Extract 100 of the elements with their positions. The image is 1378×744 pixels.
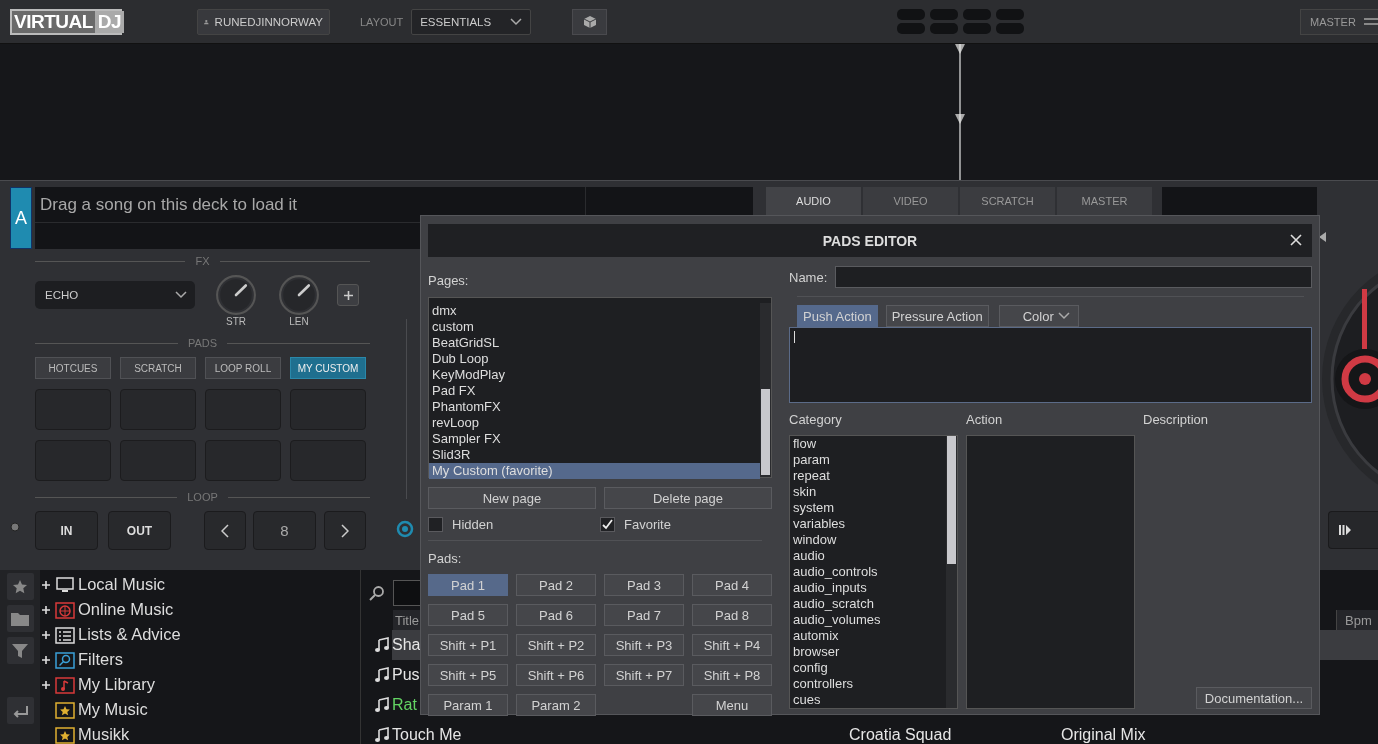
page-item[interactable]: PhantomFX: [429, 399, 760, 415]
pad-mode-button[interactable]: MY CUSTOM: [290, 357, 366, 379]
checkbox[interactable]: [600, 517, 615, 532]
play-pause-button[interactable]: [1328, 511, 1378, 549]
column-header[interactable]: Title: [393, 610, 423, 630]
folder-item[interactable]: Filters: [78, 650, 123, 669]
checkbox[interactable]: [428, 517, 443, 532]
pad-button[interactable]: Pad 8: [692, 604, 772, 626]
close-icon[interactable]: [1290, 234, 1302, 246]
pad-button[interactable]: Pad 6: [516, 604, 596, 626]
page-item[interactable]: Dub Loop: [429, 351, 760, 367]
filter-button[interactable]: [6, 637, 34, 664]
folder-item[interactable]: Online Music: [78, 600, 174, 619]
pad-mode-button[interactable]: SCRATCH: [120, 357, 196, 379]
category-item[interactable]: audio: [790, 548, 946, 564]
loop-halve-button[interactable]: [204, 511, 246, 550]
page-button[interactable]: New page: [428, 487, 596, 509]
folder-item[interactable]: Lists & Advice: [78, 625, 181, 644]
category-item[interactable]: flow: [790, 436, 946, 452]
page-item[interactable]: custom: [429, 319, 760, 335]
sync-target-icon[interactable]: [396, 520, 414, 538]
pad-button[interactable]: Shift + P7: [604, 664, 684, 686]
pad-button[interactable]: Shift + P4: [692, 634, 772, 656]
category-item[interactable]: repeat: [790, 468, 946, 484]
effect-dropdown[interactable]: ECHO: [35, 281, 195, 309]
pad-button[interactable]: Pad 3: [604, 574, 684, 596]
cube-button[interactable]: [572, 8, 608, 35]
menu-button[interactable]: Menu: [692, 694, 772, 716]
category-item[interactable]: cues: [790, 692, 946, 708]
pad-button[interactable]: Shift + P2: [516, 634, 596, 656]
scrollbar[interactable]: [946, 436, 957, 708]
loop-button[interactable]: OUT: [108, 511, 171, 550]
playhead-marker[interactable]: [954, 44, 966, 180]
layout-dropdown[interactable]: ESSENTIALS: [411, 8, 532, 35]
color-dropdown[interactable]: Color: [998, 305, 1079, 327]
pad-button[interactable]: Shift + P1: [428, 634, 508, 656]
loop-double-button[interactable]: [324, 511, 366, 550]
action-field[interactable]: [789, 327, 1312, 403]
category-item[interactable]: param: [790, 452, 946, 468]
deck-tab[interactable]: VIDEO: [863, 187, 958, 215]
pad-button[interactable]: Shift + P8: [692, 664, 772, 686]
add-folder-button[interactable]: [6, 605, 34, 632]
folder-item[interactable]: Musikk: [78, 725, 130, 744]
pad-mode-button[interactable]: HOTCUES: [35, 357, 111, 379]
page-item[interactable]: Sampler FX: [429, 431, 760, 447]
page-item[interactable]: BeatGridSL: [429, 335, 760, 351]
expand-plus-icon[interactable]: [42, 655, 50, 664]
pad-button[interactable]: Shift + P3: [604, 634, 684, 656]
knob[interactable]: [278, 274, 320, 316]
user-button[interactable]: RUNEDJINNORWAY: [197, 8, 330, 35]
pad-button[interactable]: Pad 1: [428, 574, 508, 596]
expand-plus-icon[interactable]: [42, 630, 50, 639]
deck-tab[interactable]: AUDIO: [766, 187, 861, 215]
category-item[interactable]: audio_scratch: [790, 596, 946, 612]
expand-plus-icon[interactable]: [42, 580, 50, 589]
category-item[interactable]: config: [790, 660, 946, 676]
page-item[interactable]: KeyModPlay: [429, 367, 760, 383]
pad-mode-button[interactable]: LOOP ROLL: [205, 357, 281, 379]
documentation-button[interactable]: Documentation...: [1196, 687, 1312, 709]
pad-button[interactable]: Pad 2: [516, 574, 596, 596]
category-item[interactable]: controllers: [790, 676, 946, 692]
folder-item[interactable]: Local Music: [78, 575, 166, 594]
deck-tab[interactable]: MASTER: [1057, 187, 1152, 215]
category-item[interactable]: audio_inputs: [790, 580, 946, 596]
page-item[interactable]: Pad FX: [429, 383, 760, 399]
pad-button[interactable]: Pad 5: [428, 604, 508, 626]
favorites-button[interactable]: [6, 573, 34, 600]
folder-item[interactable]: My Library: [78, 675, 155, 694]
page-button[interactable]: Delete page: [604, 487, 772, 509]
knob[interactable]: [215, 274, 257, 316]
pad-button[interactable]: Pad 7: [604, 604, 684, 626]
pad-button[interactable]: Pad 4: [692, 574, 772, 596]
loop-button[interactable]: IN: [35, 511, 98, 550]
collapse-arrow-icon[interactable]: [1319, 232, 1327, 242]
page-item[interactable]: dmx: [429, 303, 760, 319]
action-tab[interactable]: Push Action: [797, 305, 878, 327]
category-item[interactable]: browser: [790, 644, 946, 660]
pad-button[interactable]: Param 2: [516, 694, 596, 716]
name-field[interactable]: [835, 266, 1312, 288]
category-item[interactable]: window: [790, 532, 946, 548]
folder-item[interactable]: My Music: [78, 700, 148, 719]
pad-button[interactable]: Shift + P6: [516, 664, 596, 686]
category-item[interactable]: system: [790, 500, 946, 516]
action-tab[interactable]: Pressure Action: [885, 305, 989, 327]
scrollbar[interactable]: [760, 303, 771, 477]
page-item[interactable]: My Custom (favorite): [429, 463, 760, 479]
expand-plus-icon[interactable]: [42, 680, 50, 689]
pad-button[interactable]: Param 1: [428, 694, 508, 716]
category-item[interactable]: automix: [790, 628, 946, 644]
pad-button[interactable]: Shift + P5: [428, 664, 508, 686]
category-item[interactable]: audio_controls: [790, 564, 946, 580]
add-button[interactable]: [337, 284, 359, 306]
category-item[interactable]: variables: [790, 516, 946, 532]
deck-tab[interactable]: SCRATCH: [960, 187, 1055, 215]
master-button[interactable]: MASTER: [1300, 8, 1378, 35]
category-item[interactable]: audio_volumes: [790, 612, 946, 628]
page-item[interactable]: Slid3R: [429, 447, 760, 463]
column-header[interactable]: Bpm: [1336, 610, 1378, 630]
page-item[interactable]: revLoop: [429, 415, 760, 431]
expand-plus-icon[interactable]: [42, 605, 50, 614]
